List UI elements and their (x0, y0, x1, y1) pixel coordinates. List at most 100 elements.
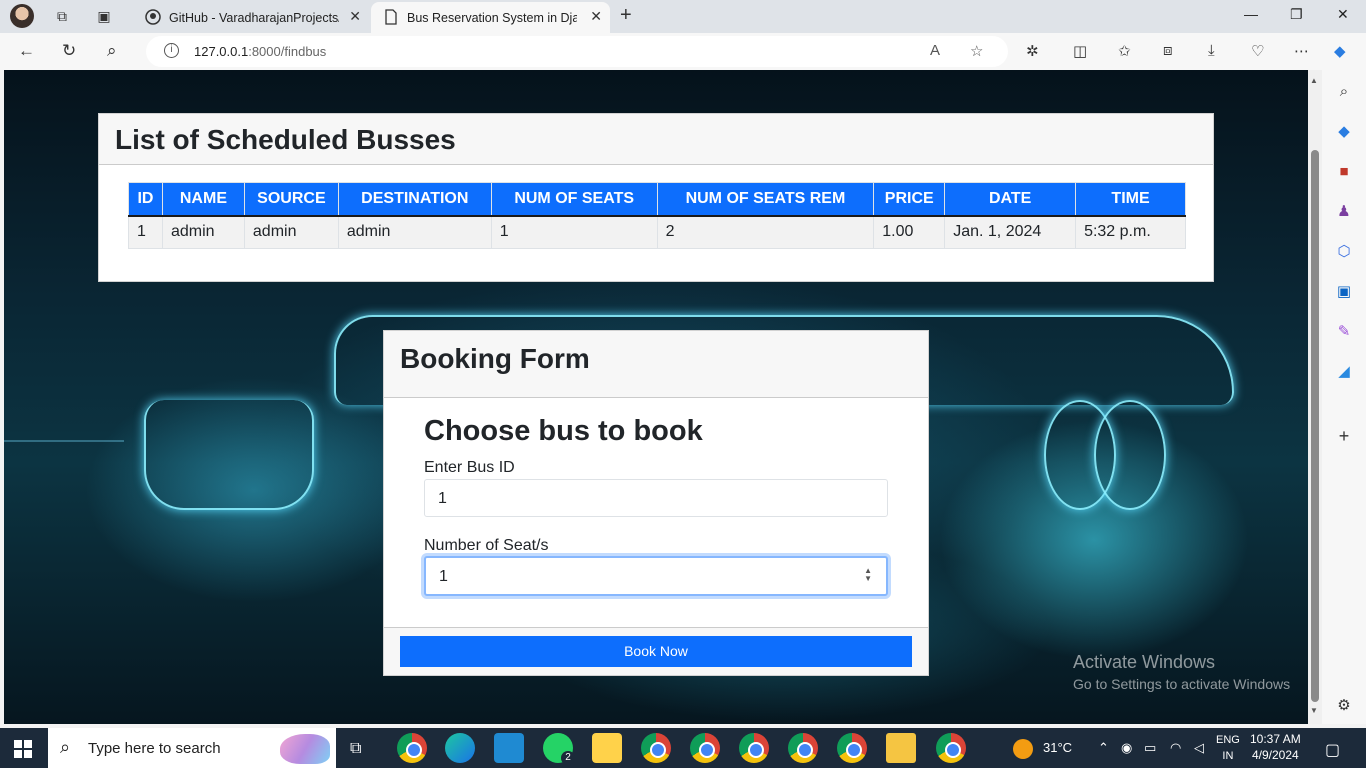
clock-date: 4/9/2024 (1251, 748, 1299, 762)
col-price: PRICE (873, 182, 946, 217)
close-tab-icon[interactable]: ✕ (349, 8, 361, 25)
notifications-icon[interactable]: ▢ (1325, 740, 1340, 760)
cell-source: admin (243, 215, 339, 249)
system-clock[interactable]: 10:37 AM 4/9/2024 (1250, 731, 1301, 763)
seat-stepper[interactable]: ▲ ▼ (864, 567, 872, 583)
chrome-taskbar-icon[interactable] (397, 733, 427, 763)
stepper-down-icon[interactable]: ▼ (864, 575, 872, 583)
github-icon (145, 9, 161, 25)
shopping-tag-icon[interactable]: ◆ (1334, 122, 1354, 142)
performance-icon[interactable]: ♡ (1251, 42, 1264, 60)
cell-date: Jan. 1, 2024 (944, 215, 1077, 249)
tools-icon[interactable]: ■ (1334, 162, 1354, 182)
sidebar-settings-icon[interactable]: ⚙ (1334, 696, 1354, 716)
search-icon[interactable]: ⌕ (107, 41, 117, 61)
drop-icon[interactable]: ◢ (1334, 362, 1354, 382)
scroll-thumb[interactable] (1311, 150, 1319, 702)
split-screen-icon[interactable]: ◫ (1073, 42, 1087, 60)
minimize-button[interactable]: — (1244, 6, 1258, 22)
page-viewport: List of Scheduled Busses ID NAME SOURCE … (4, 70, 1308, 724)
meet-icon[interactable]: ◉ (1121, 740, 1132, 756)
close-tab-icon[interactable]: ✕ (590, 8, 602, 25)
close-window-button[interactable]: ✕ (1337, 6, 1349, 23)
clock-time: 10:37 AM (1250, 732, 1301, 746)
chrome-profile-icon[interactable] (641, 733, 671, 763)
battery-icon[interactable]: ▭ (1144, 740, 1156, 756)
page-scrollbar[interactable]: ▲ ▼ (1308, 70, 1322, 724)
python-taskbar-icon[interactable] (592, 733, 622, 763)
workspaces-icon[interactable]: ⧉ (50, 5, 74, 27)
chrome-active-icon[interactable] (936, 733, 966, 763)
outlook-icon[interactable]: ▣ (1334, 282, 1354, 302)
activate-windows-title: Activate Windows (1073, 652, 1216, 672)
vscode-taskbar-icon[interactable] (494, 733, 524, 763)
refresh-icon[interactable]: ↻ (62, 41, 76, 61)
language-indicator[interactable]: ENG IN (1216, 732, 1240, 764)
tab-github[interactable]: GitHub - VaradharajanProjects/N ✕ (133, 2, 369, 33)
edge-taskbar-icon[interactable] (445, 733, 475, 763)
address-toolbar: ← ↻ ⌕ i 127.0.0.1:8000/findbus A ☆ ✲ ◫ ✩… (0, 33, 1366, 70)
chrome-profile-icon[interactable] (788, 733, 818, 763)
collections-icon[interactable]: ⧈ (1163, 42, 1173, 59)
region-code: IN (1222, 750, 1234, 762)
add-sidebar-app-icon[interactable]: + (1334, 426, 1354, 446)
col-num-seats: NUM OF SEATS (490, 182, 658, 217)
tab-bar: ⧉ ▣ GitHub - VaradharajanProjects/N ✕ Bu… (0, 0, 1366, 33)
chrome-profile-icon[interactable] (739, 733, 769, 763)
booking-form-title: Choose bus to book (424, 415, 703, 447)
col-time: TIME (1075, 182, 1186, 217)
games-icon[interactable]: ♟ (1334, 202, 1354, 222)
language-code: ENG (1216, 734, 1240, 746)
tab-title: GitHub - VaradharajanProjects/N (169, 10, 339, 25)
bus-id-input[interactable]: 1 (424, 479, 888, 517)
new-tab-button[interactable]: + (620, 4, 632, 27)
more-menu-icon[interactable]: ⋯ (1294, 42, 1309, 60)
copilot-icon[interactable]: ◆ (1334, 42, 1346, 60)
col-destination: DESTINATION (337, 182, 492, 217)
sidebar-search-icon[interactable]: ⌕ (1334, 82, 1354, 102)
col-num-seats-rem: NUM OF SEATS REM (656, 182, 875, 217)
tab-title: Bus Reservation System in Djang (407, 10, 577, 25)
cell-name: admin (161, 215, 245, 249)
taskbar-search[interactable]: ⌕ Type here to search (48, 728, 336, 768)
designer-icon[interactable]: ✎ (1334, 322, 1354, 342)
maximize-button[interactable]: ❐ (1290, 6, 1303, 23)
book-now-button[interactable]: Book Now (400, 636, 912, 667)
scroll-up-icon[interactable]: ▲ (1310, 76, 1318, 85)
tab-actions-icon[interactable]: ▣ (92, 5, 116, 27)
table-row: 1 admin admin admin 1 2 1.00 Jan. 1, 202… (128, 215, 1186, 249)
task-view-icon[interactable]: ⧉ (350, 740, 361, 758)
seats-label: Number of Seat/s (424, 537, 549, 554)
cell-num-seats: 1 (490, 215, 658, 249)
favorite-star-icon[interactable]: ☆ (970, 42, 983, 60)
site-info-icon[interactable]: i (164, 43, 179, 58)
microsoft-365-icon[interactable]: ⬡ (1334, 242, 1354, 262)
booking-header-title: Booking Form (400, 343, 590, 374)
url-field[interactable]: i 127.0.0.1:8000/findbus A ☆ (146, 36, 1008, 67)
read-aloud-icon[interactable]: A (930, 42, 940, 59)
start-button[interactable] (14, 740, 32, 758)
favorites-icon[interactable]: ✩ (1118, 42, 1131, 60)
show-hidden-icons-icon[interactable]: ⌃ (1098, 740, 1109, 756)
file-explorer-icon[interactable] (886, 733, 916, 763)
bus-front-outline (144, 400, 314, 510)
back-icon[interactable]: ← (18, 41, 35, 61)
cell-price: 1.00 (873, 215, 946, 249)
profile-avatar[interactable] (10, 4, 34, 28)
extensions-icon[interactable]: ✲ (1026, 42, 1039, 60)
downloads-icon[interactable]: ⤓ (1208, 42, 1215, 59)
taskbar-search-placeholder: Type here to search (88, 740, 221, 757)
cell-destination: admin (337, 215, 492, 249)
seats-input[interactable]: 1 ▲ ▼ (424, 556, 888, 596)
col-id: ID (128, 182, 163, 217)
weather-icon[interactable] (1013, 739, 1033, 759)
bus-list-card: List of Scheduled Busses ID NAME SOURCE … (98, 113, 1214, 282)
scroll-down-icon[interactable]: ▼ (1310, 706, 1318, 715)
wifi-icon[interactable]: ◠ (1170, 740, 1181, 756)
col-date: DATE (944, 182, 1077, 217)
chrome-profile-icon[interactable] (690, 733, 720, 763)
volume-icon[interactable]: ◁ (1194, 740, 1204, 756)
tab-bus-reservation[interactable]: Bus Reservation System in Djang ✕ (371, 2, 610, 33)
chrome-profile-icon[interactable] (837, 733, 867, 763)
whatsapp-taskbar-icon[interactable]: 2 (543, 733, 575, 765)
